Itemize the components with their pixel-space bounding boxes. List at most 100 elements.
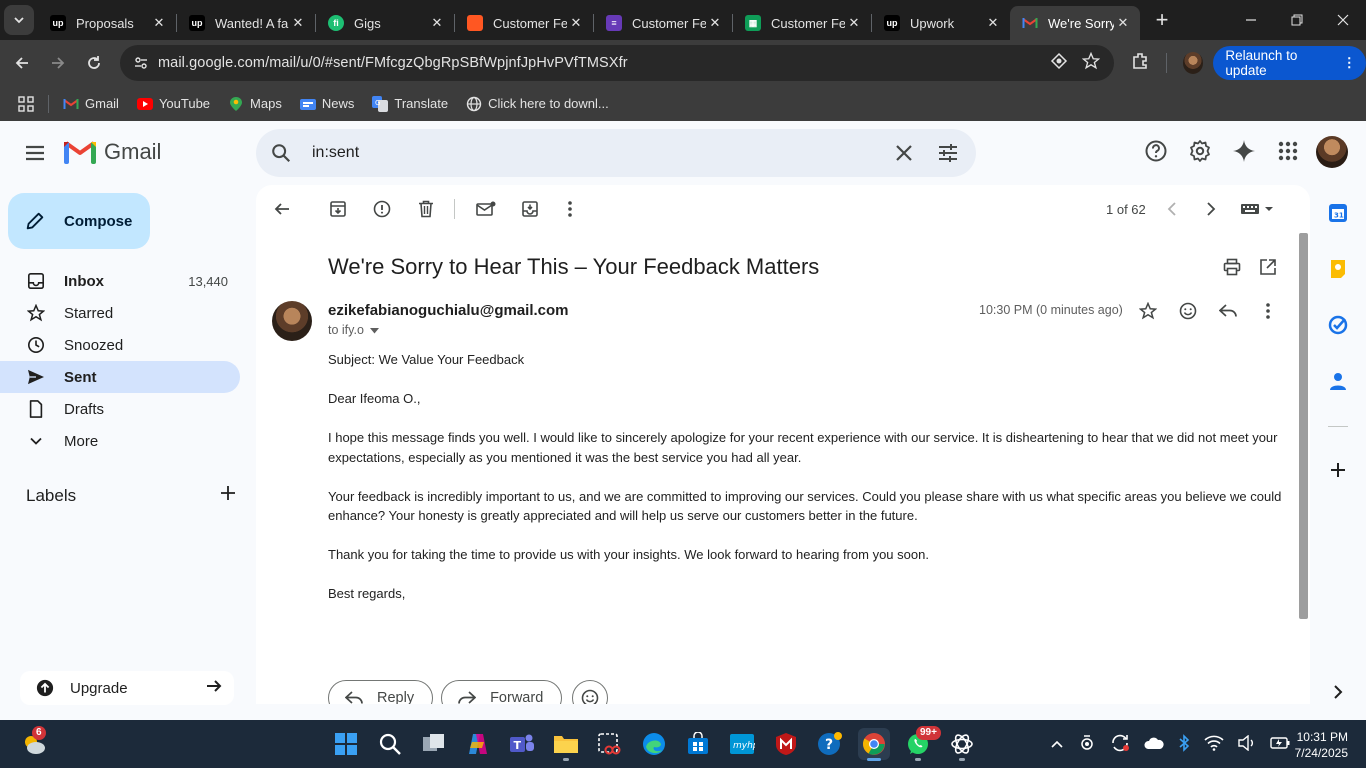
browser-tab[interactable]: up Upwork ✕ (872, 6, 1010, 40)
chrome-app[interactable] (858, 728, 890, 761)
copilot-app[interactable] (462, 728, 494, 760)
profile-avatar[interactable] (1182, 52, 1204, 74)
more-options-icon[interactable] (558, 197, 582, 221)
task-view-button[interactable] (418, 728, 450, 760)
close-icon[interactable]: ✕ (706, 15, 724, 31)
teams-app[interactable]: T (506, 728, 538, 760)
caret-down-icon[interactable] (369, 323, 379, 337)
browser-tab[interactable]: ≡ Customer Fe ✕ (594, 6, 732, 40)
bookmark-youtube[interactable]: YouTube (136, 96, 210, 112)
sidebar-item-more[interactable]: More (0, 425, 240, 457)
close-icon[interactable]: ✕ (150, 15, 168, 31)
new-tab-button[interactable]: + (1148, 6, 1176, 34)
google-apps-icon[interactable] (1276, 139, 1300, 168)
browser-tab[interactable]: up Wanted! A fa ✕ (177, 6, 315, 40)
lens-icon[interactable] (1050, 52, 1068, 75)
minimize-button[interactable] (1228, 0, 1274, 40)
browser-tab[interactable]: fi Gigs ✕ (316, 6, 454, 40)
compose-button[interactable]: Compose (8, 193, 150, 249)
mark-unread-icon[interactable] (474, 197, 498, 221)
search-input[interactable]: in:sent (312, 144, 359, 162)
extensions-icon[interactable] (1130, 51, 1150, 76)
search-options-icon[interactable] (936, 141, 960, 170)
gemini-sparkle-icon[interactable] (1232, 139, 1256, 168)
star-icon[interactable] (1136, 299, 1160, 323)
account-avatar[interactable] (1316, 136, 1348, 168)
sidebar-item-inbox[interactable]: Inbox 13,440 (0, 265, 240, 297)
taskbar-search-button[interactable] (374, 728, 406, 760)
address-bar[interactable]: mail.google.com/mail/u/0/#sent/FMfcgzQbg… (120, 45, 1114, 81)
sidebar-item-drafts[interactable]: Drafts (0, 393, 240, 425)
move-to-icon[interactable] (518, 197, 542, 221)
sidebar-item-starred[interactable]: Starred (0, 297, 240, 329)
battery-icon[interactable] (1270, 736, 1290, 755)
show-panel-chevron-icon[interactable] (1328, 682, 1348, 702)
forward-button[interactable] (40, 45, 76, 81)
more-vert-icon[interactable] (1256, 299, 1280, 323)
edge-app[interactable] (638, 728, 670, 760)
apps-grid-icon[interactable] (18, 95, 34, 112)
snipping-tool-app[interactable] (594, 728, 626, 760)
onedrive-cloud-icon[interactable] (1144, 736, 1164, 755)
chatgpt-app[interactable] (946, 728, 978, 761)
report-spam-icon[interactable] (370, 197, 394, 221)
browser-tab-active[interactable]: We're Sorry t ✕ (1010, 6, 1140, 40)
main-menu-button[interactable] (22, 141, 48, 170)
reply-icon[interactable] (1216, 299, 1240, 323)
bookmark-download[interactable]: Click here to downl... (466, 96, 609, 112)
close-icon[interactable]: ✕ (567, 15, 585, 31)
add-label-icon[interactable] (220, 485, 236, 506)
browser-tab[interactable]: Customer Fe ✕ (455, 6, 593, 40)
file-explorer-app[interactable] (550, 728, 582, 761)
add-addon-icon[interactable] (1328, 460, 1348, 480)
recipient-line[interactable]: to ify.o (328, 323, 379, 337)
tasks-icon[interactable] (1328, 315, 1348, 335)
contacts-icon[interactable] (1328, 371, 1348, 391)
browser-tab[interactable]: up Proposals ✕ (38, 6, 176, 40)
close-icon[interactable]: ✕ (428, 15, 446, 31)
delete-icon[interactable] (414, 197, 438, 221)
bookmark-maps[interactable]: Maps (228, 96, 282, 112)
print-icon[interactable] (1220, 255, 1244, 279)
chevron-up-icon[interactable] (1050, 737, 1064, 755)
settings-gear-icon[interactable] (1188, 139, 1212, 168)
newer-chevron-icon[interactable] (1160, 197, 1184, 221)
whatsapp-app[interactable]: 99+ (902, 726, 941, 761)
volume-icon[interactable] (1238, 734, 1256, 756)
sync-icon[interactable] (1110, 734, 1130, 757)
search-icon[interactable] (270, 142, 292, 164)
archive-icon[interactable] (326, 197, 350, 221)
reload-button[interactable] (76, 45, 112, 81)
close-icon[interactable]: ✕ (289, 15, 307, 31)
site-info-icon[interactable] (126, 55, 156, 71)
back-button[interactable] (4, 45, 40, 81)
get-help-app[interactable]: ? (814, 728, 846, 760)
start-button[interactable] (330, 728, 362, 760)
gmail-logo[interactable]: Gmail (64, 139, 161, 165)
clear-search-icon[interactable] (892, 141, 916, 170)
relaunch-button[interactable]: Relaunch to update ⋮ (1213, 46, 1366, 80)
close-window-button[interactable] (1320, 0, 1366, 40)
bookmark-translate[interactable]: G Translate (372, 95, 448, 112)
bookmark-news[interactable]: News (299, 96, 354, 112)
sender-email[interactable]: ezikefabianoguchialu@gmail.com (328, 302, 569, 319)
input-tools-icon[interactable] (1238, 197, 1278, 221)
search-bar[interactable]: in:sent (256, 129, 976, 177)
reply-button[interactable]: Reply (328, 680, 434, 704)
browser-tab[interactable]: ▦ Customer Fe ✕ (733, 6, 871, 40)
tab-search-button[interactable] (4, 5, 34, 35)
help-icon[interactable] (1144, 139, 1168, 168)
microsoft-store-app[interactable] (682, 728, 714, 760)
camera-icon[interactable] (1078, 734, 1096, 757)
upgrade-button[interactable]: Upgrade (20, 671, 234, 705)
sidebar-item-sent[interactable]: Sent (0, 361, 240, 393)
calendar-icon[interactable]: 31 (1328, 203, 1348, 223)
emoji-reaction-button[interactable] (572, 680, 609, 704)
restore-button[interactable] (1274, 0, 1320, 40)
wifi-icon[interactable] (1204, 735, 1224, 756)
close-icon[interactable]: ✕ (984, 15, 1002, 31)
sidebar-item-snoozed[interactable]: Snoozed (0, 329, 240, 361)
back-to-list-icon[interactable] (270, 197, 294, 221)
bluetooth-icon[interactable] (1178, 734, 1190, 757)
url-text[interactable]: mail.google.com/mail/u/0/#sent/FMfcgzQbg… (158, 55, 628, 71)
